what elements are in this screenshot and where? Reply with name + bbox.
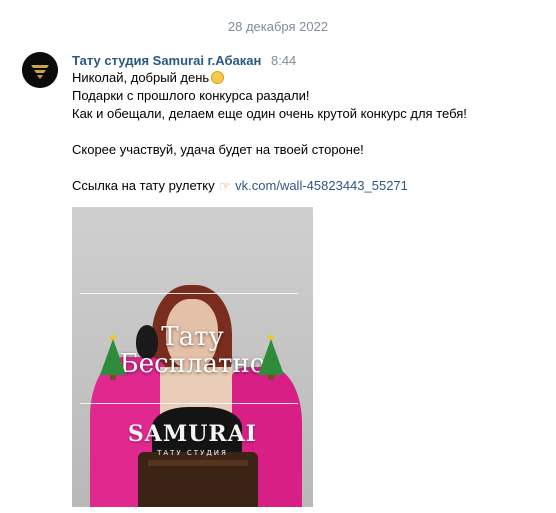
greeting-text: Николай, добрый день	[72, 70, 210, 85]
pointing-right-emoji-icon: ☞	[218, 178, 232, 194]
photo-chair	[138, 452, 258, 507]
photo-logo-text: SAMURAI	[127, 421, 258, 447]
roulette-link[interactable]: vk.com/wall-45823443_55271	[235, 178, 408, 193]
message-line: Ссылка на тату рулетку ☞ vk.com/wall-45823…	[72, 177, 542, 195]
date-separator: 28 декабря 2022	[227, 19, 329, 34]
message-time[interactable]: 8:44	[271, 53, 296, 68]
christmas-tree-icon	[258, 331, 284, 380]
photo-logo-subtext: ТАТУ СТУДИЯ	[157, 449, 228, 457]
message-header: Тату студия Samurai г.Абакан 8:44	[72, 53, 296, 69]
photo-bottom-rule	[80, 403, 298, 404]
link-caption: Ссылка на тату рулетку	[72, 178, 215, 193]
message-line: Николай, добрый день	[72, 69, 542, 87]
smiling-face-emoji-icon	[211, 71, 225, 84]
samurai-logo-icon	[22, 52, 58, 88]
photo-top-rule	[80, 293, 298, 294]
avatar[interactable]	[22, 52, 58, 88]
attached-photo[interactable]: Тату Бесплатно SAMURAI ТАТУ СТУДИЯ	[72, 207, 313, 507]
message-line: Скорее участвуй, удача будет на твоей ст…	[72, 142, 364, 157]
message-line: Как и обещали, делаем еще один очень кру…	[72, 106, 467, 121]
christmas-tree-icon	[100, 331, 126, 380]
message-line: Подарки с прошлого конкурса раздали!	[72, 88, 310, 103]
message-text: Николай, добрый день Подарки с прошлого …	[72, 69, 542, 195]
author-name[interactable]: Тату студия Samurai г.Абакан	[72, 53, 261, 68]
